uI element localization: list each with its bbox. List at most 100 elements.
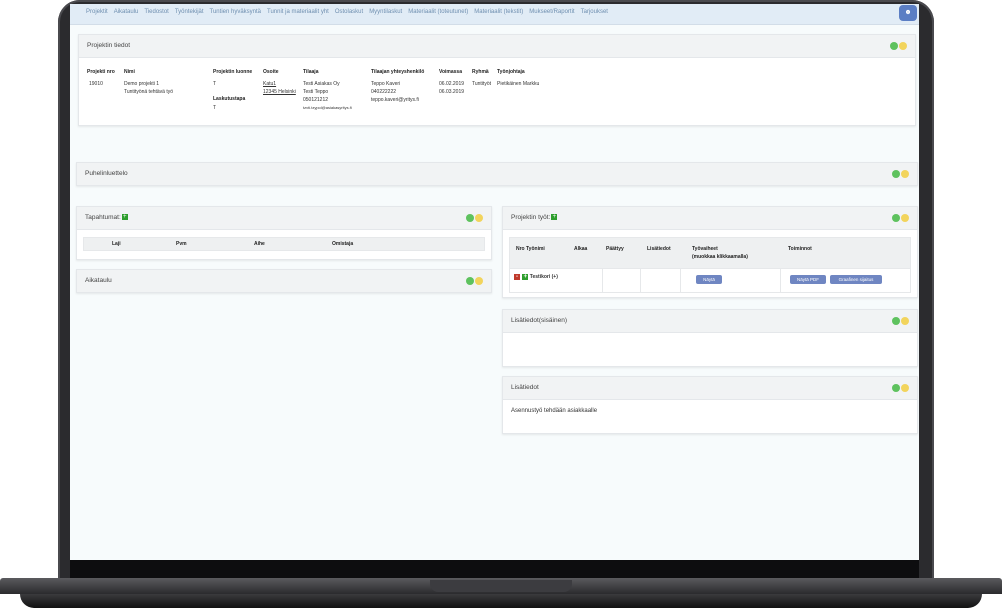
show-button[interactable]: Näytä — [696, 275, 722, 284]
nav-item-ostolaskut[interactable]: Ostolaskut — [335, 9, 363, 15]
events-col-aihe[interactable]: Aihe — [254, 241, 265, 247]
supervisor-value: Pietikäinen Markku — [497, 81, 540, 87]
graphic-location-button[interactable]: Graafinen sijaitus — [830, 275, 882, 284]
panel-status-dots — [892, 170, 909, 178]
user-icon[interactable]: ☻ — [899, 5, 917, 21]
work-col-alkaa[interactable]: Alkaa — [574, 246, 587, 252]
nav-item-tunnit-materiaalit[interactable]: Tunnit ja materiaalit yht — [267, 9, 329, 15]
col-header-yhteyshenkilo: Tilaajan yhteyshenkilö — [371, 69, 425, 75]
extra-internal-title: Lisätiedot(sisäinen) — [511, 317, 568, 324]
project-name-line-1: Demo projekti 1 — [124, 81, 160, 87]
group-value: Tuntityöt — [472, 81, 491, 87]
work-row-name[interactable]: Testikori — [530, 274, 550, 280]
schedule-title: Aikataulu — [85, 277, 112, 284]
work-col-lisatiedot[interactable]: Lisätiedot — [647, 246, 671, 252]
top-navbar: Projektit Aikataulu Tiedostot Työntekijä… — [70, 4, 919, 25]
extra-header: Lisätiedot — [503, 377, 917, 400]
valid-to: 06.03.2019 — [439, 89, 465, 95]
project-name-line-2: Tuntityönä tehtävä työ — [124, 89, 174, 95]
yellow-dot-icon[interactable] — [901, 317, 909, 325]
address-line-1[interactable]: Katu1 — [263, 80, 276, 88]
project-info-header: Projektin tiedot — [79, 35, 915, 58]
work-col-tyovaiheet[interactable]: Työvaiheet — [692, 246, 718, 252]
nav-item-myyntilaskut[interactable]: Myyntilaskut — [369, 9, 402, 15]
panel-status-dots — [892, 214, 909, 222]
work-row-name-wrap: - + Testikori (+) — [513, 273, 558, 281]
customer-line-2: Testi Teppo — [303, 89, 329, 95]
col-header-ryhma: Ryhmä — [472, 69, 489, 75]
yellow-dot-icon[interactable] — [899, 42, 907, 50]
green-dot-icon[interactable] — [892, 170, 900, 178]
laptop-notch — [430, 580, 572, 592]
screen-bezel-bottom — [70, 560, 919, 580]
work-row-expand[interactable]: (+) — [552, 274, 558, 280]
green-dot-icon[interactable] — [892, 214, 900, 222]
events-table-header: Laji Pvm Aihe Omistaja — [83, 237, 485, 251]
yellow-dot-icon[interactable] — [475, 214, 483, 222]
yellow-dot-icon[interactable] — [901, 170, 909, 178]
remove-work-icon[interactable]: - — [514, 273, 520, 280]
customer-line-3: 050121212 — [303, 97, 329, 103]
green-dot-icon[interactable] — [892, 384, 900, 392]
phonebook-header[interactable]: Puhelinluettelo — [77, 163, 917, 185]
col-header-osoite: Osoite — [263, 69, 279, 75]
work-col-nro[interactable]: Nro Työnimi — [516, 246, 545, 252]
screen: Projektit Aikataulu Tiedostot Työntekijä… — [70, 4, 919, 560]
green-dot-icon[interactable] — [890, 42, 898, 50]
work-row-divider — [780, 268, 781, 292]
green-dot-icon[interactable] — [466, 277, 474, 285]
address-line-2[interactable]: 12345 Helsinki — [263, 88, 296, 96]
nav-item-aikataulu[interactable]: Aikataulu — [114, 9, 139, 15]
col-header-nimi: Nimi — [124, 69, 135, 75]
events-title: Tapahtumat: — [85, 214, 121, 221]
col-header-tilaaja: Tilaaja — [303, 69, 319, 75]
laptop-base-bottom — [20, 594, 982, 608]
panel-status-dots — [466, 214, 483, 222]
yellow-dot-icon[interactable] — [901, 384, 909, 392]
customer-line-4: tzvti.tzypol@asiakasyritys.fi — [303, 105, 352, 110]
work-col-paattyy[interactable]: Päättyy — [606, 246, 624, 252]
events-col-pvm[interactable]: Pvm — [176, 241, 187, 247]
col-header-nro: Projekti nro — [87, 69, 115, 75]
yellow-dot-icon[interactable] — [901, 214, 909, 222]
work-row-divider — [680, 268, 681, 292]
nav-item-materiaalit-toteutunet[interactable]: Materiaalit (toteutunet) — [408, 9, 468, 15]
extra-internal-header: Lisätiedot(sisäinen) — [503, 310, 917, 333]
contact-line-1: Teppo Kaveri — [371, 81, 401, 87]
add-event-icon[interactable]: + — [121, 214, 128, 221]
nav-item-materiaalit-tekstit[interactable]: Materiaalit (tekstit) — [474, 9, 523, 15]
work-row-divider — [640, 268, 641, 292]
green-dot-icon[interactable] — [892, 317, 900, 325]
schedule-panel: Aikataulu — [76, 269, 492, 293]
col-header-voimassa: Voimassa — [439, 69, 462, 75]
nav-item-tiedostot[interactable]: Tiedostot — [144, 9, 168, 15]
nav-item-projektit[interactable]: Projektit — [86, 9, 108, 15]
contact-line-2: 040222222 — [371, 89, 397, 95]
events-panel: Tapahtumat: + Laji Pvm Aihe Omistaja — [76, 206, 492, 260]
show-pdf-button[interactable]: Näytä PDF — [790, 275, 826, 284]
contact-line-3: teppo.kaveri@yritys.fi — [371, 97, 419, 103]
add-subwork-icon[interactable]: + — [522, 273, 529, 280]
schedule-header[interactable]: Aikataulu — [77, 270, 491, 292]
events-col-laji[interactable]: Laji — [112, 241, 121, 247]
nav-item-tarjoukset[interactable]: Tarjoukset — [581, 9, 608, 15]
events-col-omistaja[interactable]: Omistaja — [332, 241, 353, 247]
yellow-dot-icon[interactable] — [475, 277, 483, 285]
add-work-icon[interactable]: + — [551, 214, 558, 221]
work-table: Nro Työnimi Alkaa Päättyy Lisätiedot Työ… — [509, 237, 911, 293]
phonebook-panel: Puhelinluettelo — [76, 162, 918, 186]
nav-item-tuntien-hyvaksynta[interactable]: Tuntien hyväksyntä — [210, 9, 261, 15]
col-header-luonne: Projektin luonne — [213, 69, 253, 75]
customer-line-1: Testi Asiakas Oy — [303, 81, 340, 87]
green-dot-icon[interactable] — [466, 214, 474, 222]
extra-panel: Lisätiedot Asennustyö tehdään asiakkaall… — [502, 376, 918, 434]
project-number: 19010 — [89, 81, 103, 87]
panel-status-dots — [890, 42, 907, 50]
nav-item-mukseet-raportit[interactable]: Mukseet/Raportit — [529, 9, 574, 15]
project-type: T — [213, 81, 217, 87]
panel-status-dots — [892, 317, 909, 325]
nav-item-tyontekijat[interactable]: Työntekijät — [175, 9, 204, 15]
valid-from: 06.02.2019 — [439, 81, 465, 87]
col-header-tyonjohtaja: Työnjohtaja — [497, 69, 525, 75]
project-work-title: Projektin työt: — [511, 214, 551, 221]
